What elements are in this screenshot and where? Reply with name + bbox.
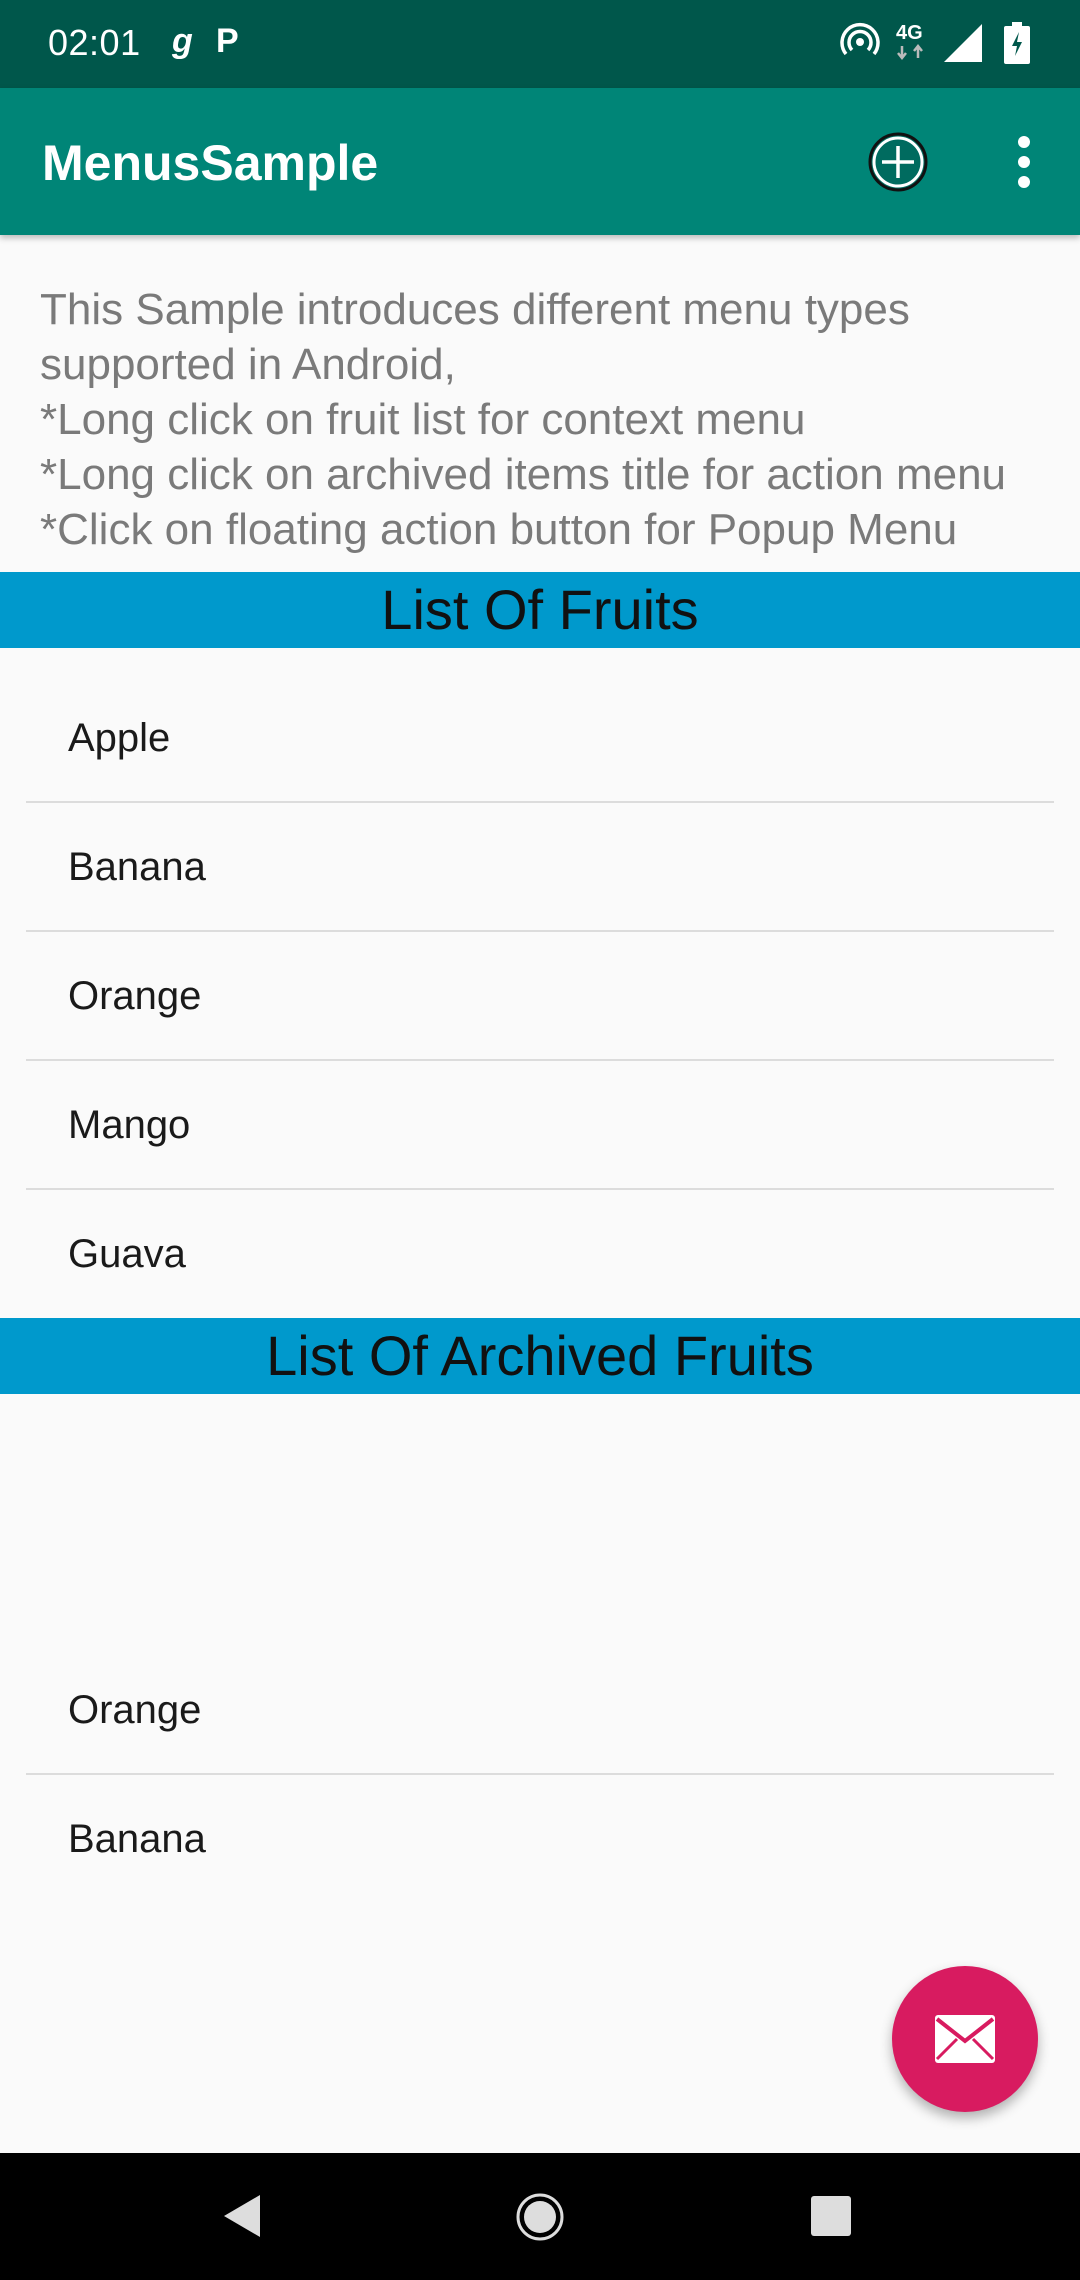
popup-menu-fab[interactable]: [892, 1966, 1038, 2112]
fruit-item-label: Apple: [68, 716, 171, 760]
fruit-item-label: Banana: [68, 845, 206, 889]
signal-icon: [944, 24, 984, 67]
archived-list-item[interactable]: Orange: [0, 1646, 1080, 1775]
description-line: *Long click on archived items title for …: [40, 450, 1007, 499]
notification-icon-g: g: [172, 22, 193, 60]
archived-list-header[interactable]: List Of Archived Fruits: [0, 1318, 1080, 1394]
description-line: *Click on floating action button for Pop…: [40, 505, 958, 554]
fruits-list-header[interactable]: List Of Fruits: [0, 572, 1080, 648]
system-nav-bar: [0, 2153, 1080, 2280]
recents-icon[interactable]: [810, 2195, 852, 2242]
description-line: This Sample introduces different menu ty…: [40, 285, 910, 334]
fruit-list-item[interactable]: Orange: [0, 932, 1080, 1061]
fruit-list-item[interactable]: Guava: [0, 1190, 1080, 1319]
fruit-list-item[interactable]: Apple: [0, 674, 1080, 803]
status-bar: 02:01 g P 4G: [0, 0, 1080, 88]
back-icon[interactable]: [222, 2193, 262, 2244]
battery-icon: [1004, 22, 1030, 69]
description-line: *Long click on fruit list for context me…: [40, 395, 806, 444]
description-text: This Sample introduces different menu ty…: [40, 282, 1080, 557]
fruit-list-item[interactable]: Banana: [0, 803, 1080, 932]
fruit-item-label: Mango: [68, 1103, 191, 1147]
status-time: 02:01: [48, 22, 141, 63]
hotspot-icon: [840, 20, 880, 65]
add-circle-icon[interactable]: [866, 130, 930, 194]
fruit-item-label: Guava: [68, 1232, 186, 1276]
archived-item-label: Orange: [68, 1688, 202, 1732]
app-title: MenusSample: [42, 135, 379, 191]
notification-icon-p: P: [216, 22, 239, 60]
description-line: supported in Android,: [40, 340, 456, 389]
app-bar: MenusSample: [0, 88, 1080, 235]
home-icon[interactable]: [516, 2193, 564, 2246]
fruit-item-label: Orange: [68, 974, 202, 1018]
archived-list-item[interactable]: Banana: [0, 1775, 1080, 1904]
mail-icon: [935, 2015, 995, 2063]
more-vert-icon[interactable]: [1000, 130, 1048, 194]
fruit-list-item[interactable]: Mango: [0, 1061, 1080, 1190]
archived-item-label: Banana: [68, 1817, 206, 1861]
